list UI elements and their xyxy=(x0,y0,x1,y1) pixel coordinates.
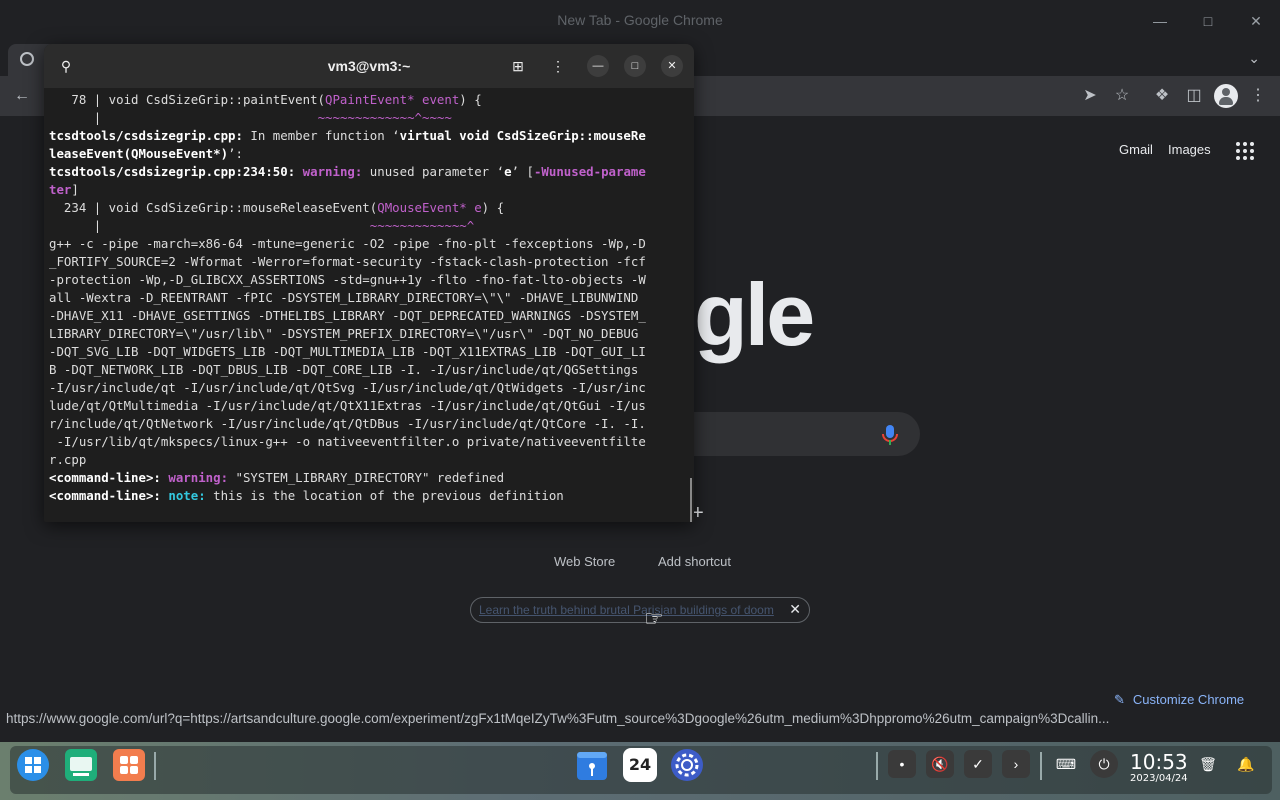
terminal-line: | ~~~~~~~~~~~~~^ xyxy=(49,218,475,233)
pencil-icon: ✎ xyxy=(1114,692,1125,707)
terminal-minimize-button[interactable]: — xyxy=(587,55,609,77)
microphone-icon[interactable] xyxy=(880,424,900,446)
web-store-shortcut[interactable]: Web Store xyxy=(554,554,615,569)
status-url: https://www.google.com/url?q=https://art… xyxy=(6,711,1110,726)
trash-icon[interactable]: 🗑 xyxy=(1194,750,1222,778)
terminal-line: tcsdtools/csdsizegrip.cpp: In member fun… xyxy=(49,128,646,143)
launcher-icon[interactable] xyxy=(16,748,50,782)
chrome-menu-kebab-icon[interactable]: ⋮ xyxy=(1246,84,1270,108)
terminal-line: lude/qt/QtMultimedia -I/usr/include/qt/Q… xyxy=(49,398,646,413)
terminal-maximize-button[interactable]: □ xyxy=(624,55,646,77)
terminal-line: 78 | void CsdSizeGrip::paintEvent(QPaint… xyxy=(49,92,482,107)
terminal-line: -DHAVE_X11 -DHAVE_GSETTINGS -DTHELIBS_LI… xyxy=(49,308,646,323)
back-arrow-icon[interactable]: ← xyxy=(10,84,34,108)
google-logo: gle xyxy=(694,265,815,364)
keyboard-icon[interactable]: ⌨ xyxy=(1052,750,1080,778)
terminal-header[interactable]: ⚲ vm3@vm3:~ ⊞ ⋮ — □ ✕ xyxy=(44,44,694,88)
terminal-line: | ~~~~~~~~~~~~~^~~~~ xyxy=(49,110,452,125)
terminal-line: _FORTIFY_SOURCE=2 -Wformat -Werror=forma… xyxy=(49,254,646,269)
menu-kebab-icon[interactable]: ⋮ xyxy=(548,56,568,76)
terminal-output[interactable]: 78 | void CsdSizeGrip::paintEvent(QPaint… xyxy=(49,91,689,515)
terminal-window[interactable]: ⚲ vm3@vm3:~ ⊞ ⋮ — □ ✕ 78 | void CsdSizeG… xyxy=(44,44,694,522)
hand-cursor-icon: ☞ xyxy=(644,606,664,631)
terminal-line: -I/usr/include/qt -I/usr/include/qt/QtSv… xyxy=(49,380,646,395)
terminal-line: r/include/qt/QtNetwork -I/usr/include/qt… xyxy=(49,416,646,431)
file-manager-icon[interactable] xyxy=(575,748,609,782)
gmail-link[interactable]: Gmail xyxy=(1119,142,1153,157)
add-shortcut-label[interactable]: Add shortcut xyxy=(658,554,731,569)
new-tab-icon[interactable]: ⊞ xyxy=(508,56,528,76)
chrome-favicon-icon xyxy=(20,52,34,66)
terminal-line: -I/usr/lib/qt/mkspecs/linux-g++ -o nativ… xyxy=(49,434,646,449)
notification-bell-icon[interactable]: 🔔 xyxy=(1232,750,1260,778)
taskbar-divider xyxy=(154,752,156,780)
extensions-puzzle-icon[interactable]: ❖ xyxy=(1150,84,1174,108)
taskbar-divider xyxy=(1040,752,1042,780)
promo-link[interactable]: Learn the truth behind brutal Parisian b… xyxy=(479,603,775,617)
terminal-line: r.cpp xyxy=(49,452,87,467)
terminal-scrollbar[interactable] xyxy=(690,478,692,522)
bookmark-star-icon[interactable]: ☆ xyxy=(1110,84,1134,108)
terminal-line: tcsdtools/csdsizegrip.cpp:234:50: warnin… xyxy=(49,164,646,179)
side-panel-icon[interactable]: ◫ xyxy=(1182,84,1206,108)
close-button[interactable]: ✕ xyxy=(1244,10,1268,32)
settings-gear-icon[interactable] xyxy=(670,748,704,782)
tab-search-chevron-down-icon[interactable]: ⌄ xyxy=(1248,50,1260,67)
taskbar-divider xyxy=(876,752,878,780)
app-store-icon[interactable] xyxy=(112,748,146,782)
terminal-line: <command-line>: note: this is the locati… xyxy=(49,488,564,503)
google-apps-grid-icon[interactable] xyxy=(1236,142,1254,160)
images-link[interactable]: Images xyxy=(1168,142,1211,157)
screen-recorder-icon[interactable]: • xyxy=(888,750,916,778)
profile-avatar-icon[interactable] xyxy=(1214,84,1238,108)
chrome-titlebar: New Tab - Google Chrome — □ ✕ xyxy=(0,0,1280,42)
terminal-close-button[interactable]: ✕ xyxy=(661,55,683,77)
terminal-line: LIBRARY_DIRECTORY=\"/usr/lib\" -DSYSTEM_… xyxy=(49,326,639,341)
terminal-line: g++ -c -pipe -march=x86-64 -mtune=generi… xyxy=(49,236,646,251)
terminal-line: -DQT_SVG_LIB -DQT_WIDGETS_LIB -DQT_MULTI… xyxy=(49,344,646,359)
customize-chrome-button[interactable]: ✎ Customize Chrome xyxy=(1114,692,1244,708)
calendar-day: 24 xyxy=(628,755,652,774)
terminal-line: all -Wextra -D_REENTRANT -fPIC -DSYSTEM_… xyxy=(49,290,639,305)
share-icon[interactable]: ➤ xyxy=(1078,84,1102,108)
promo-chip[interactable]: Learn the truth behind brutal Parisian b… xyxy=(470,597,810,623)
link-status-bar: https://www.google.com/url?q=https://art… xyxy=(0,708,1250,730)
tray-expand-chevron-right-icon[interactable]: › xyxy=(1002,750,1030,778)
terminal-line: B -DQT_NETWORK_LIB -DQT_DBUS_LIB -DQT_CO… xyxy=(49,362,639,377)
clock-date[interactable]: 2023/04/24 xyxy=(1130,773,1188,784)
terminal-line: -protection -Wp,-D_GLIBCXX_ASSERTIONS -s… xyxy=(49,272,646,287)
terminal-line: <command-line>: warning: "SYSTEM_LIBRARY… xyxy=(49,470,505,485)
minimize-button[interactable]: — xyxy=(1148,10,1172,32)
calendar-icon[interactable]: 24 xyxy=(623,748,657,782)
close-icon[interactable]: ✕ xyxy=(789,601,801,618)
search-box[interactable] xyxy=(694,412,920,456)
volume-muted-icon[interactable]: 🔇 xyxy=(926,750,954,778)
clock-time[interactable]: 10:53 xyxy=(1130,750,1188,774)
maximize-button[interactable]: □ xyxy=(1196,10,1220,32)
terminal-line: 234 | void CsdSizeGrip::mouseReleaseEven… xyxy=(49,200,505,215)
terminal-line: leaseEvent(QMouseEvent*)’: xyxy=(49,146,243,161)
customize-label: Customize Chrome xyxy=(1132,692,1245,707)
window-title: New Tab - Google Chrome xyxy=(557,12,723,28)
multitasking-view-icon[interactable] xyxy=(64,748,98,782)
terminal-line: ter] xyxy=(49,182,79,197)
network-disabled-icon[interactable]: ✓ xyxy=(964,750,992,778)
power-icon[interactable]: ⏻ xyxy=(1090,750,1118,778)
